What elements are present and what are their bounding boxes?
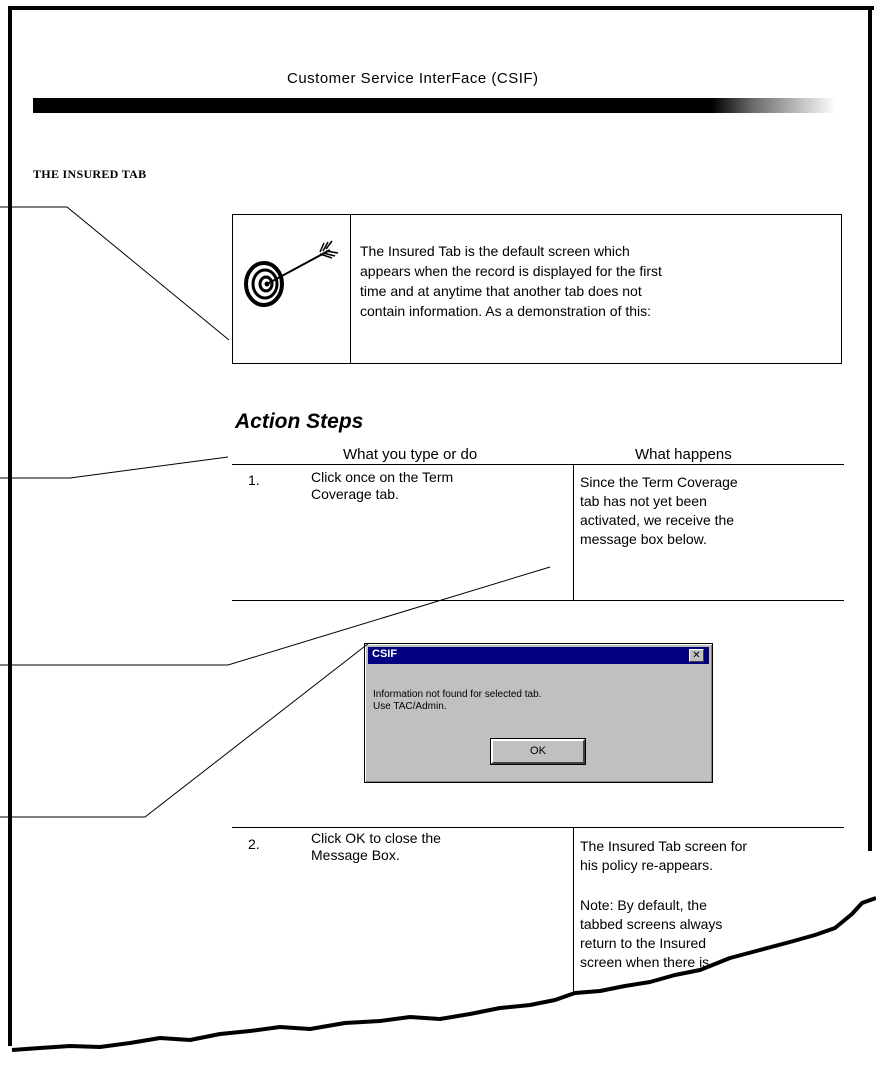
leader-line [0, 456, 229, 479]
leader-line [0, 566, 551, 666]
leader-line [0, 642, 370, 818]
torn-page-edge [0, 898, 876, 1065]
leader-lines [0, 206, 876, 1065]
leader-line [0, 206, 230, 341]
